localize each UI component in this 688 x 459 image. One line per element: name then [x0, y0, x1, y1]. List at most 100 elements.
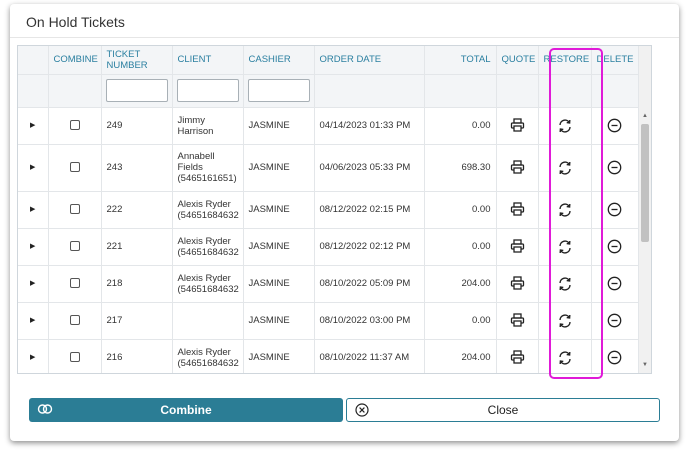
printer-icon[interactable]	[509, 159, 525, 176]
table-row: ▶ 243 Annabell Fields (5465161651) JASMINE 04/…	[18, 144, 639, 192]
dialog-title: On Hold Tickets	[26, 14, 125, 30]
client-line: (54651684632	[177, 209, 239, 221]
header-combine[interactable]: COMBINE	[48, 46, 102, 75]
expand-row-icon[interactable]: ▶	[18, 228, 49, 266]
order-date-cell: 04/06/2023 05:33 PM	[314, 144, 425, 192]
minus-circle-icon[interactable]	[607, 350, 623, 366]
order-date-cell: 08/12/2022 02:12 PM	[314, 228, 425, 266]
ticket-number-filter-input[interactable]	[105, 79, 168, 102]
header-delete[interactable]: DELETE	[591, 46, 639, 75]
ticket-number-cell: 249	[101, 107, 173, 145]
client-filter-input[interactable]	[176, 79, 239, 102]
combine-button-label: Combine	[160, 403, 212, 417]
scroll-thumb[interactable]	[641, 124, 649, 242]
expand-row-icon[interactable]: ▶	[18, 339, 49, 373]
client-cell: Alexis Ryder (54651684632	[172, 228, 244, 266]
header-ticket-number[interactable]: TICKET NUMBER	[101, 46, 173, 75]
combine-checkbox[interactable]	[69, 315, 80, 326]
total-cell: 0.00	[424, 107, 497, 145]
close-button-label: Close	[487, 403, 519, 417]
order-date-cell: 08/12/2022 02:15 PM	[314, 191, 425, 229]
client-cell: Annabell Fields (5465161651)	[172, 144, 244, 192]
combine-checkbox[interactable]	[69, 278, 80, 289]
expand-row-icon[interactable]: ▶	[18, 191, 49, 229]
order-date-cell: 08/10/2022 03:00 PM	[314, 302, 425, 340]
combine-checkbox[interactable]	[69, 241, 80, 252]
minus-circle-icon[interactable]	[607, 160, 623, 176]
table-row: ▶ 222 Alexis Ryder (54651684632 JASMINE 08/12…	[18, 191, 639, 229]
combine-checkbox[interactable]	[69, 352, 80, 363]
client-line: (54651684632	[177, 357, 239, 369]
order-date-cell: 04/14/2023 01:33 PM	[314, 107, 425, 145]
header-client[interactable]: CLIENT	[172, 46, 244, 75]
refresh-icon[interactable]	[557, 313, 573, 329]
ticket-number-cell: 221	[101, 228, 173, 266]
combine-checkbox[interactable]	[69, 120, 80, 131]
client-line: (54651684632	[177, 283, 239, 295]
client-cell: Jimmy Harrison	[172, 107, 244, 145]
refresh-icon[interactable]	[557, 202, 573, 218]
cashier-cell: JASMINE	[243, 144, 315, 192]
total-cell: 0.00	[424, 191, 497, 229]
tickets-table: COMBINE TICKET NUMBER CLIENT CASHIER ORD…	[18, 46, 639, 373]
printer-icon[interactable]	[509, 312, 525, 329]
table-row: ▶ 217 JASMINE 08/10/2022 03:00 PM 0.00	[18, 302, 639, 340]
header-total[interactable]: TOTAL	[424, 46, 497, 75]
close-button[interactable]: Close	[346, 398, 660, 422]
cashier-cell: JASMINE	[243, 265, 315, 303]
header-row: COMBINE TICKET NUMBER CLIENT CASHIER ORD…	[18, 46, 639, 75]
client-line: Harrison	[177, 125, 214, 137]
table-row: ▶ 218 Alexis Ryder (54651684632 JASMINE 08/10…	[18, 265, 639, 303]
cashier-cell: JASMINE	[243, 302, 315, 340]
link-rings-icon	[37, 403, 53, 418]
combine-button[interactable]: Combine	[29, 398, 343, 422]
table-row: ▶ 249 Jimmy Harrison JASMINE 04/14/2023 01:33…	[18, 107, 639, 145]
header-restore[interactable]: RESTORE	[538, 46, 592, 75]
printer-icon[interactable]	[509, 238, 525, 255]
minus-circle-icon[interactable]	[607, 276, 623, 292]
table-row: ▶ 216 Alexis Ryder (54651684632 JASMINE 08/10…	[18, 339, 639, 373]
combine-checkbox[interactable]	[69, 162, 80, 173]
expand-row-icon[interactable]: ▶	[18, 265, 49, 303]
refresh-icon[interactable]	[557, 160, 573, 176]
refresh-icon[interactable]	[557, 276, 573, 292]
order-date-cell: 08/10/2022 11:37 AM	[314, 339, 425, 373]
client-line: (5465161651)	[177, 173, 237, 184]
client-line: Alexis Ryder	[177, 198, 231, 210]
expand-row-icon[interactable]: ▶	[18, 144, 49, 192]
header-cashier[interactable]: CASHIER	[243, 46, 315, 75]
cashier-filter-input[interactable]	[247, 79, 310, 102]
expand-row-icon[interactable]: ▶	[18, 107, 49, 145]
header-quote[interactable]: QUOTE	[496, 46, 539, 75]
client-cell: Alexis Ryder (54651684632	[172, 339, 244, 373]
refresh-icon[interactable]	[557, 239, 573, 255]
cashier-cell: JASMINE	[243, 107, 315, 145]
printer-icon[interactable]	[509, 117, 525, 134]
minus-circle-icon[interactable]	[607, 202, 623, 218]
title-divider	[10, 37, 679, 38]
minus-circle-icon[interactable]	[607, 313, 623, 329]
printer-icon[interactable]	[509, 201, 525, 218]
refresh-icon[interactable]	[557, 350, 573, 366]
combine-checkbox[interactable]	[69, 204, 80, 215]
client-cell: Alexis Ryder (54651684632	[172, 265, 244, 303]
refresh-icon[interactable]	[557, 118, 573, 134]
minus-circle-icon[interactable]	[607, 118, 623, 134]
client-line: Fields	[177, 162, 203, 173]
table-row: ▶ 221 Alexis Ryder (54651684632 JASMINE 08/12…	[18, 228, 639, 266]
header-order-date[interactable]: ORDER DATE	[314, 46, 425, 75]
grid-scrollbar[interactable]: ▲ ▼	[638, 46, 651, 373]
close-circle-icon	[355, 403, 369, 420]
client-line: Alexis Ryder	[177, 272, 231, 284]
minus-circle-icon[interactable]	[607, 239, 623, 255]
ticket-number-cell: 216	[101, 339, 173, 373]
client-cell: Alexis Ryder (54651684632	[172, 191, 244, 229]
client-line: Jimmy	[177, 114, 205, 126]
printer-icon[interactable]	[509, 275, 525, 292]
printer-icon[interactable]	[509, 349, 525, 366]
total-cell: 0.00	[424, 302, 497, 340]
expand-row-icon[interactable]: ▶	[18, 302, 49, 340]
scroll-down-arrow-icon[interactable]: ▼	[639, 359, 651, 371]
scroll-up-arrow-icon[interactable]: ▲	[639, 110, 651, 122]
total-cell: 204.00	[424, 339, 497, 373]
